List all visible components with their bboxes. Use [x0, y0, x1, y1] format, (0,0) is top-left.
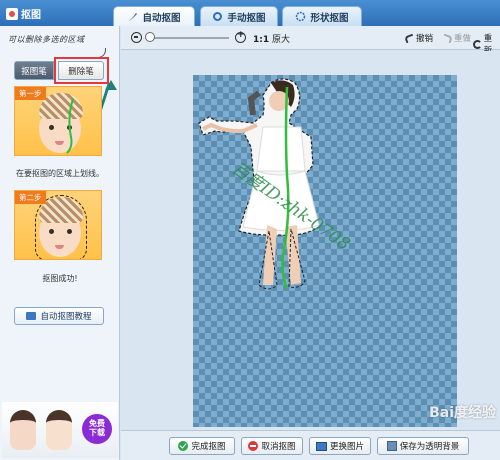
badge-line-2: 下载 — [89, 428, 105, 437]
undo-button[interactable]: 撤销 — [404, 32, 434, 44]
tutorial-button[interactable]: 自动抠图教程 — [14, 307, 104, 325]
finish-label: 完成抠图 — [191, 442, 226, 452]
check-icon — [178, 441, 189, 451]
app-icon — [6, 7, 18, 20]
change-image-label: 更换图片 — [329, 442, 364, 452]
redo-icon — [442, 33, 453, 43]
redo-label: 重做 — [454, 34, 472, 44]
zoom-out-icon[interactable] — [131, 32, 142, 43]
gear-icon — [213, 12, 223, 21]
ratio-value: 1:1 — [253, 35, 270, 45]
left-panel: 可以删除多选的区域 抠图笔 删除笔 第一步 在要抠图的区域上划线。 第二步 抠图… — [0, 26, 128, 460]
reset-icon — [473, 39, 482, 49]
tab-label: 手动抠图 — [227, 12, 266, 24]
tab-label: 形状抠图 — [310, 12, 349, 24]
app-title: 抠图 — [6, 6, 41, 21]
finish-cutout-button[interactable]: 完成抠图 — [169, 437, 235, 455]
bottom-bar: 完成抠图 取消抠图 更换图片 保存为透明背景 — [121, 430, 500, 460]
undo-icon — [404, 33, 415, 43]
tab-label: 自动抠图 — [142, 13, 181, 24]
step-2-caption: 抠图成功! — [42, 274, 78, 283]
ratio-label: 原大 — [272, 35, 291, 45]
cancel-icon — [248, 441, 259, 451]
zoom-ratio[interactable]: 1:1 原大 — [253, 32, 290, 45]
save-label: 保存为透明背景 — [399, 442, 460, 452]
selection-outline — [35, 195, 87, 259]
cancel-cutout-button[interactable]: 取消抠图 — [241, 437, 303, 455]
step-1-image: 第一步 — [14, 86, 102, 156]
shape-icon — [296, 11, 306, 22]
promo-face — [10, 410, 36, 450]
undo-label: 撤销 — [416, 34, 434, 44]
book-icon — [26, 312, 37, 320]
step-tag: 第二步 — [15, 191, 46, 204]
app-title-text: 抠图 — [21, 10, 41, 21]
image-icon — [315, 441, 327, 451]
brush-icon — [128, 12, 138, 22]
cancel-label: 取消抠图 — [261, 442, 296, 452]
toolbar: 1:1 原大 撤销 重做 重新 — [121, 26, 500, 56]
save-icon — [386, 441, 397, 451]
promo-banner[interactable]: 免费 下载 — [2, 402, 118, 458]
cutout-pen-button[interactable]: 抠图笔 — [14, 61, 54, 80]
zoom-in-icon[interactable] — [235, 30, 246, 43]
step-1-caption: 在要抠图的区域上划线。 — [16, 169, 104, 178]
tab-shape-cutout[interactable]: 形状抠图 — [282, 6, 362, 26]
step-2-image: 第二步 — [14, 190, 102, 260]
cutout-figure: 百度ID:zhk-0708 — [198, 78, 354, 290]
zoom-slider-knob[interactable] — [145, 32, 155, 42]
save-transparent-button[interactable]: 保存为透明背景 — [377, 437, 469, 455]
change-image-button[interactable]: 更换图片 — [309, 437, 371, 455]
highlight-box — [54, 57, 109, 84]
step-tag: 第一步 — [15, 87, 46, 100]
zoom-slider-track[interactable] — [149, 37, 229, 39]
tutorial-label: 自动抠图教程 — [40, 312, 92, 322]
baidu-watermark: Bai度经验 — [429, 405, 496, 421]
tab-manual-cutout[interactable]: 手动抠图 — [200, 6, 278, 26]
annotation-arrow-head — [105, 80, 117, 90]
free-download-badge[interactable]: 免费 下载 — [82, 414, 112, 444]
hint-text: 可以删除多选的区域 — [8, 35, 85, 44]
title-bar: 抠图 自动抠图 手动抠图 形状抠图 — [0, 0, 500, 27]
workspace: 百度ID:zhk-0708 — [121, 51, 500, 429]
tab-auto-cutout[interactable]: 自动抠图 — [113, 6, 195, 27]
redo-button[interactable]: 重做 — [442, 32, 472, 44]
image-canvas[interactable]: 百度ID:zhk-0708 — [193, 75, 457, 427]
promo-face — [46, 410, 72, 450]
